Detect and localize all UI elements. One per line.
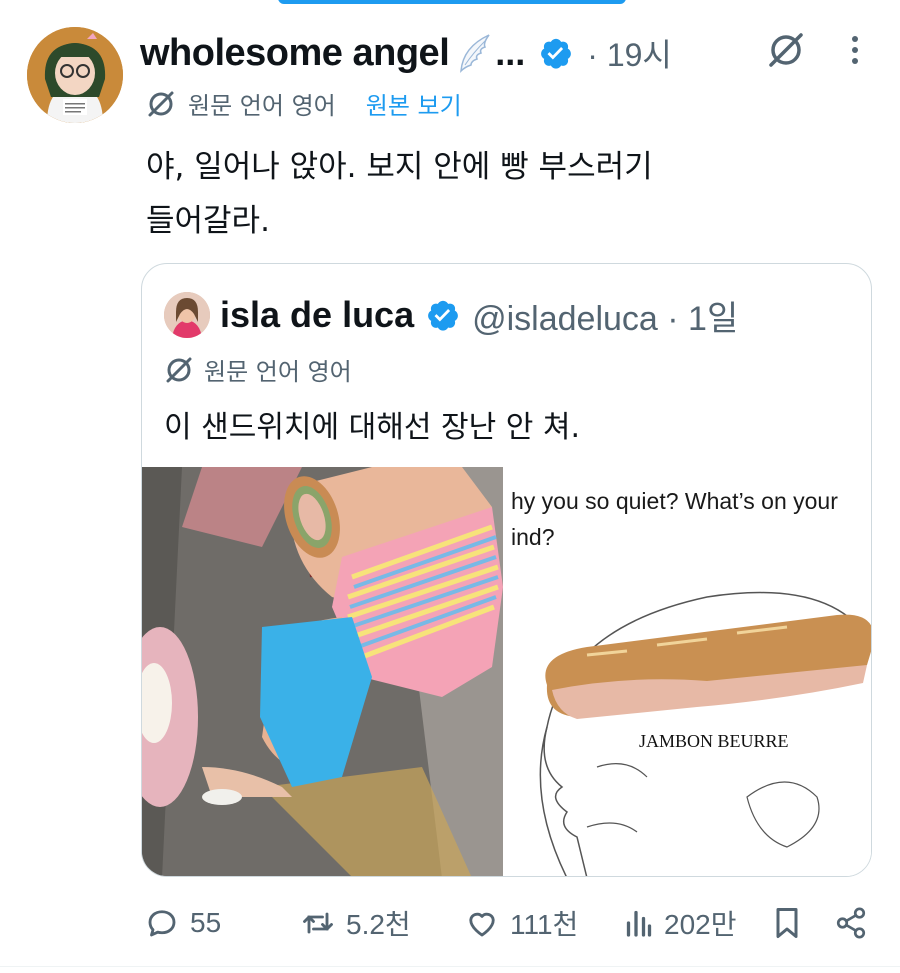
author-avatar[interactable] xyxy=(27,27,123,123)
photo-image xyxy=(142,467,503,876)
translate-label: 원문 언어 영어 xyxy=(188,92,336,120)
translate-icon xyxy=(166,357,192,382)
share-icon xyxy=(836,907,866,939)
verified-badge-icon xyxy=(541,38,572,69)
quoted-handle-time[interactable]: @isladeluca · 1일 xyxy=(472,291,738,340)
views-button[interactable]: 202만 xyxy=(624,900,736,946)
name-ellipsis: ... xyxy=(495,32,526,73)
tweet-text-line: 들어갈라. xyxy=(146,203,270,239)
repost-count: 5.2천 xyxy=(346,909,411,940)
more-icon[interactable] xyxy=(850,34,860,70)
translate-icon xyxy=(148,91,174,116)
quoted-tweet[interactable]: isla de luca @isladeluca · 1일 원문 언어 영어 이… xyxy=(141,263,872,877)
grok-icon[interactable] xyxy=(766,30,806,74)
quoted-author-name[interactable]: isla de luca xyxy=(220,294,414,336)
reply-count: 55 xyxy=(190,907,222,938)
bookmark-button[interactable] xyxy=(772,900,802,946)
like-icon xyxy=(469,912,495,937)
reply-button[interactable]: 55 xyxy=(144,900,221,946)
quoted-avatar-image xyxy=(164,292,210,338)
divider xyxy=(0,966,900,967)
quoted-media: hy you so quiet? What’s on your ind? JAM… xyxy=(142,467,871,876)
quoted-translate-row: 원문 언어 영어 xyxy=(164,352,352,387)
wing-emoji-icon xyxy=(457,33,491,73)
photo-sandwich-selfie[interactable] xyxy=(142,467,503,876)
repost-button[interactable]: 5.2천 xyxy=(300,900,411,946)
like-count: 111천 xyxy=(510,909,579,940)
meme-caption-line: ind? xyxy=(511,524,555,550)
meme-caption: hy you so quiet? What’s on your ind? xyxy=(511,483,871,555)
tweet-text-line: 야, 일어나 앉아. 보지 안에 빵 부스러기 xyxy=(146,149,653,185)
verified-badge-icon xyxy=(428,300,458,331)
reply-icon xyxy=(148,910,176,937)
like-button[interactable]: 111천 xyxy=(464,900,578,946)
scroll-indicator xyxy=(278,0,626,4)
quoted-author-avatar xyxy=(164,292,210,338)
meme-image[interactable]: hy you so quiet? What’s on your ind? JAM… xyxy=(507,467,871,876)
show-original-link[interactable]: 원본 보기 xyxy=(366,86,462,121)
header-actions xyxy=(766,30,860,74)
tweet-time[interactable]: · 19시 xyxy=(587,30,672,76)
quoted-translate-label: 원문 언어 영어 xyxy=(204,358,352,386)
meme-label: JAMBON BEURRE xyxy=(639,731,789,751)
quoted-tweet-text: 이 샌드위치에 대해선 장난 안 쳐. xyxy=(164,410,581,445)
action-bar: 55 5.2천 111천 202만 xyxy=(144,900,874,946)
avatar-image xyxy=(27,27,123,123)
author-name[interactable]: wholesome angel xyxy=(140,32,450,75)
share-button[interactable] xyxy=(834,900,868,946)
tweet-text: 야, 일어나 앉아. 보지 안에 빵 부스러기 들어갈라. xyxy=(146,140,806,248)
translate-row: 원문 언어 영어 원본 보기 xyxy=(146,86,462,121)
views-count: 202만 xyxy=(664,909,737,940)
tweet-header: wholesome angel ... · 19시 xyxy=(140,28,672,78)
meme-caption-line: hy you so quiet? What’s on your xyxy=(511,488,838,514)
bookmark-icon xyxy=(776,908,798,938)
quoted-tweet-header: isla de luca @isladeluca · 1일 xyxy=(164,291,738,339)
views-icon xyxy=(626,910,652,937)
repost-icon xyxy=(303,912,333,934)
